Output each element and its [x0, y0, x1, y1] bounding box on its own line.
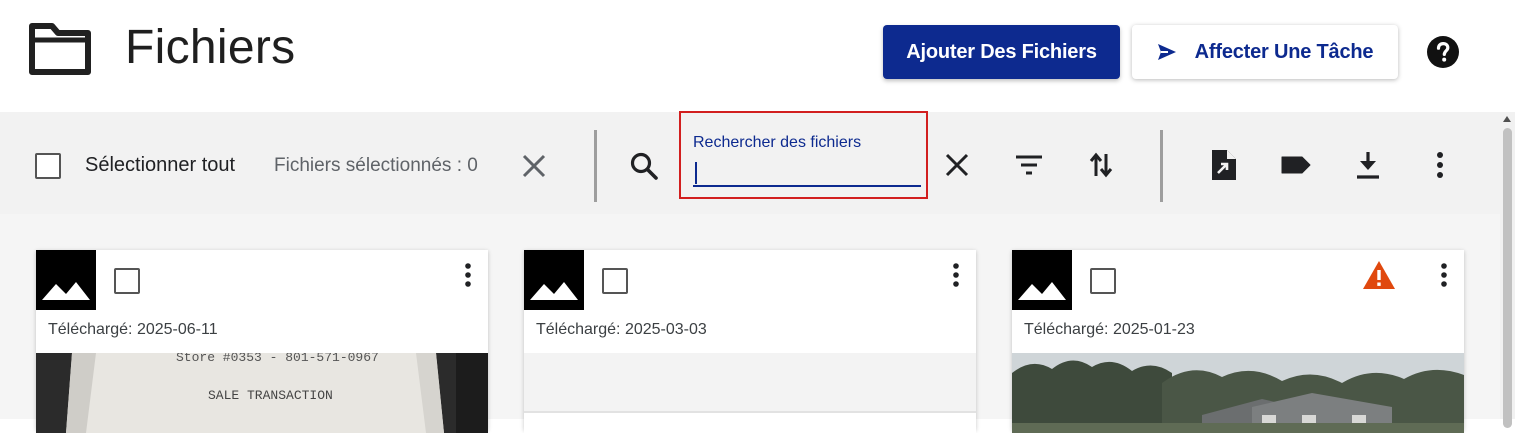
house-preview-image	[1012, 353, 1464, 433]
clear-search-icon[interactable]	[940, 148, 974, 182]
help-circle-icon[interactable]	[1427, 36, 1459, 68]
uploaded-date: Téléchargé: 2025-06-11	[48, 321, 218, 338]
file-checkbox[interactable]	[1090, 268, 1116, 294]
add-files-button[interactable]: Ajouter Des Fichiers	[883, 25, 1120, 79]
move-file-icon[interactable]	[1207, 148, 1241, 182]
download-icon[interactable]	[1351, 148, 1385, 182]
search-input[interactable]	[693, 157, 921, 187]
warning-icon	[1363, 261, 1395, 289]
label-icon[interactable]	[1279, 148, 1313, 182]
file-checkbox[interactable]	[602, 268, 628, 294]
file-card[interactable]: Téléchargé: 2025-01-23	[1012, 250, 1464, 433]
vertical-scrollbar[interactable]	[1500, 112, 1515, 428]
select-all-checkbox[interactable]	[35, 153, 61, 179]
selected-count-text: Fichiers sélectionnés : 0	[274, 155, 478, 176]
folder-icon	[29, 23, 91, 75]
more-vert-icon[interactable]	[946, 262, 966, 290]
receipt-line-1: Store #0353 - 801-571-0967	[176, 353, 379, 365]
send-icon	[1157, 44, 1176, 60]
page-header: Fichiers Ajouter Des Fichiers Affecter U…	[0, 0, 1515, 112]
files-toolbar: Sélectionner tout Fichiers sélectionnés …	[0, 111, 1500, 214]
filter-icon[interactable]	[1012, 148, 1046, 182]
scroll-thumb[interactable]	[1503, 128, 1512, 428]
file-checkbox[interactable]	[114, 268, 140, 294]
file-card[interactable]: Téléchargé: 2025-06-11 Store #0353 - 801…	[36, 250, 488, 433]
more-vert-icon[interactable]	[1423, 148, 1457, 182]
receipt-preview-image: Store #0353 - 801-571-0967 SALE TRANSACT…	[36, 353, 488, 433]
sort-icon[interactable]	[1084, 148, 1118, 182]
assign-task-label: Affecter Une Tâche	[1194, 40, 1374, 63]
file-card[interactable]: Téléchargé: 2025-03-03	[524, 250, 976, 433]
assign-task-button[interactable]: Affecter Une Tâche	[1132, 25, 1398, 79]
image-icon	[1012, 250, 1072, 310]
receipt-line-2: SALE TRANSACTION	[208, 388, 333, 403]
blank-preview	[524, 353, 976, 433]
files-grid: Téléchargé: 2025-06-11 Store #0353 - 801…	[0, 214, 1500, 433]
more-vert-icon[interactable]	[1434, 262, 1454, 290]
add-files-label: Ajouter Des Fichiers	[906, 40, 1097, 63]
image-icon	[36, 250, 96, 310]
page-title: Fichiers	[125, 21, 296, 74]
search-field-container: Rechercher des fichiers	[679, 111, 928, 199]
more-vert-icon[interactable]	[458, 262, 478, 290]
search-icon[interactable]	[628, 150, 660, 182]
uploaded-date: Téléchargé: 2025-01-23	[1024, 321, 1195, 338]
search-label: Rechercher des fichiers	[693, 134, 862, 151]
toolbar-divider	[594, 130, 597, 202]
scroll-up-arrow[interactable]	[1503, 116, 1511, 122]
close-icon[interactable]	[520, 152, 548, 180]
toolbar-divider	[1160, 130, 1163, 202]
uploaded-date: Téléchargé: 2025-03-03	[536, 321, 707, 338]
select-all-label[interactable]: Sélectionner tout	[85, 154, 235, 177]
image-icon	[524, 250, 584, 310]
text-caret	[695, 162, 697, 184]
